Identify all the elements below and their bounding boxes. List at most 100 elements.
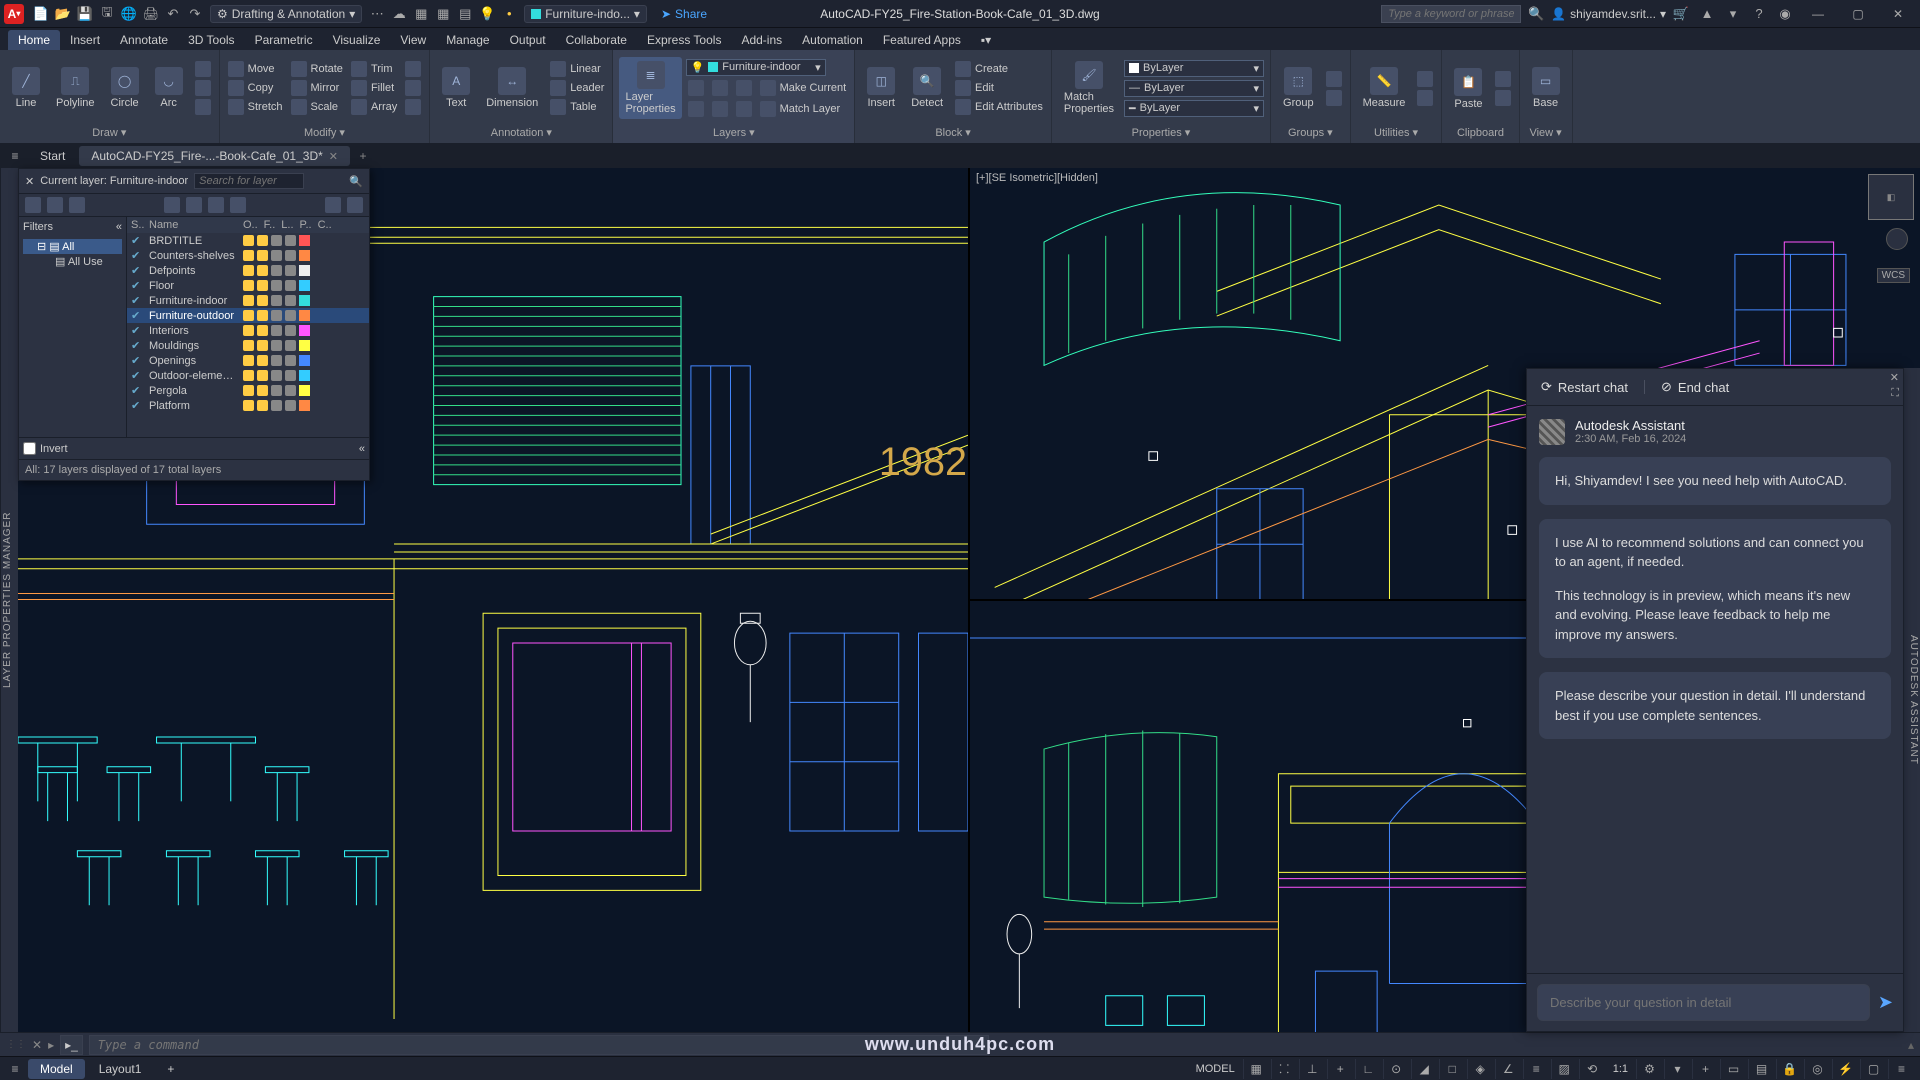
make-current-button[interactable]: Make Current [758,79,849,97]
current-layer-dropdown[interactable]: 💡Furniture-indoor▾ [686,59,826,76]
draw-extra3[interactable] [193,98,213,116]
fillet-button[interactable]: Fillet [349,79,399,97]
workspace-icon[interactable]: ▾ [1664,1059,1690,1079]
expand-icon[interactable]: ⛶ [1891,387,1899,400]
quickprops-icon[interactable]: ▤ [1748,1059,1774,1079]
search-icon[interactable]: 🔍 [1525,3,1547,25]
layer-quick-dropdown[interactable]: Furniture-indo... ▾ [524,5,647,23]
web-icon[interactable]: 🌐 [118,3,140,25]
panel-title-properties[interactable]: Properties ▾ [1058,124,1264,141]
layer-tool-2[interactable] [710,79,730,97]
snap-icon[interactable]: ⸬ [1271,1059,1297,1079]
close-button[interactable]: ✕ [1880,0,1916,28]
new-layer-icon[interactable] [25,197,41,213]
panel-title-annotation[interactable]: Annotation ▾ [436,124,606,141]
filetabs-menu-icon[interactable]: ≡ [4,145,26,167]
save-icon[interactable]: 💾 [74,3,96,25]
modify-extra1[interactable] [403,60,423,78]
command-input[interactable] [89,1035,989,1055]
tab-annotate[interactable]: Annotate [110,30,178,50]
linear-button[interactable]: Linear [548,60,606,78]
layout-menu-icon[interactable]: ≡ [4,1058,26,1080]
panel-title-view[interactable]: View ▾ [1526,124,1566,141]
cmdline-grip-icon[interactable]: ⋮⋮ [6,1039,26,1050]
util-extra[interactable] [1415,70,1435,88]
layer-tool-1[interactable] [686,79,706,97]
layer-tool-5[interactable] [710,100,730,118]
line-button[interactable]: ╱Line [6,65,46,111]
cart-icon[interactable]: 🛒 [1670,3,1692,25]
app-menu-button[interactable]: A▾ [4,4,24,24]
viewport-label[interactable]: [+][SE Isometric][Hidden] [976,172,1098,184]
polar-icon[interactable]: ⊙ [1383,1059,1409,1079]
tab-3dtools[interactable]: 3D Tools [178,30,244,50]
group-extra2[interactable] [1324,89,1344,107]
measure-button[interactable]: 📏Measure [1357,65,1412,111]
lpm-sidebar-tab[interactable]: LAYER PROPERTIES MANAGER [0,168,18,1032]
tab-manage[interactable]: Manage [436,30,499,50]
layer-tool-3[interactable] [734,79,754,97]
document-tab[interactable]: AutoCAD-FY25_Fire-...-Book-Cafe_01_3D*✕ [79,146,350,166]
create-block-button[interactable]: Create [953,60,1045,78]
sheet2-icon[interactable]: ▦ [432,3,454,25]
plot-icon[interactable]: 🖨 [140,3,162,25]
lineweight-dropdown[interactable]: —ByLayer▾ [1124,80,1264,97]
layer-row[interactable]: ✔Floor [127,278,369,293]
layer-row[interactable]: ✔Furniture-indoor [127,293,369,308]
share-button[interactable]: ➤ Share [661,7,707,21]
assistant-input[interactable] [1537,984,1870,1021]
tab-automation[interactable]: Automation [792,30,873,50]
tab-output[interactable]: Output [500,30,556,50]
draw-extra1[interactable] [193,60,213,78]
base-button[interactable]: ▭Base [1526,65,1566,111]
clip-extra2[interactable] [1493,89,1513,107]
stretch-button[interactable]: Stretch [226,98,285,116]
circle-button[interactable]: ◯Circle [105,65,145,111]
tab-collaborate[interactable]: Collaborate [556,30,637,50]
group-extra[interactable] [1324,70,1344,88]
layer-row[interactable]: ✔Platform [127,398,369,413]
clip-extra[interactable] [1493,70,1513,88]
cloud-icon[interactable]: ☁ [388,3,410,25]
transparency-icon[interactable]: ▨ [1551,1059,1577,1079]
ortho-icon[interactable]: ∟ [1355,1059,1381,1079]
search-icon[interactable]: 🔍 [349,175,363,188]
settings-icon[interactable] [347,197,363,213]
autodesk-icon[interactable]: ▲ [1696,3,1718,25]
text-button[interactable]: AText [436,65,476,111]
cycling-icon[interactable]: ⟲ [1579,1059,1605,1079]
layer-search-input[interactable] [194,173,304,189]
new-icon[interactable]: 📄 [30,3,52,25]
clean-screen-icon[interactable]: ▢ [1860,1059,1886,1079]
layout1-tab[interactable]: Layout1 [87,1059,154,1079]
layer-row[interactable]: ✔Outdoor-elements [127,368,369,383]
model-tab[interactable]: Model [28,1059,85,1079]
linetype-dropdown[interactable]: ━ByLayer▾ [1124,100,1264,117]
panel-title-draw[interactable]: Draw ▾ [6,124,213,141]
annotation-scale[interactable]: 1:1 [1607,1063,1634,1075]
lineweight-icon[interactable]: ≡ [1523,1059,1549,1079]
tab-addins[interactable]: Add-ins [731,30,792,50]
freeze-layer-icon[interactable] [186,197,202,213]
qat-icon[interactable]: ⋯ [366,3,388,25]
mirror-button[interactable]: Mirror [289,79,345,97]
start-tab[interactable]: Start [28,146,77,166]
match-layer-button[interactable]: Match Layer [758,100,843,118]
layer-states-icon[interactable] [47,197,63,213]
undo-icon[interactable]: ↶ [162,3,184,25]
set-current-icon[interactable] [230,197,246,213]
scale-button[interactable]: Scale [289,98,345,116]
draw-extra2[interactable] [193,79,213,97]
copy-button[interactable]: Copy [226,79,285,97]
collapse-invert-icon[interactable]: « [359,443,365,455]
layer-tool-6[interactable] [734,100,754,118]
panel-title-utilities[interactable]: Utilities ▾ [1357,124,1436,141]
panel-title-modify[interactable]: Modify ▾ [226,124,424,141]
panel-title-groups[interactable]: Groups ▾ [1277,124,1344,141]
trim-button[interactable]: Trim [349,60,399,78]
open-icon[interactable]: 📂 [52,3,74,25]
invert-filter[interactable]: Invert « [19,437,369,459]
gear2-icon[interactable]: ⚙ [1636,1059,1662,1079]
rotate-button[interactable]: Rotate [289,60,345,78]
layer-row[interactable]: ✔BRDTITLE [127,233,369,248]
